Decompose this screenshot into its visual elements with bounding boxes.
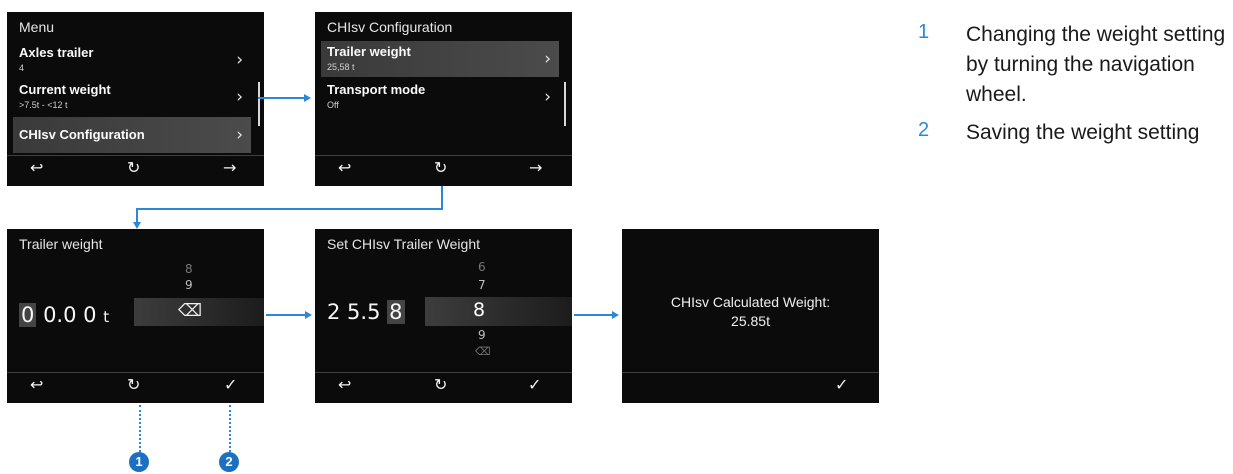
active-digit[interactable]: 8 [387, 300, 405, 324]
callout-badge: 2 [219, 452, 239, 472]
result-text: CHIsv Calculated Weight: 25.85t [622, 293, 879, 331]
calculated-weight-screen: CHIsv Calculated Weight: 25.85t ✓ [622, 229, 879, 403]
weight-digits[interactable]: 2 5.5 8 [327, 300, 405, 324]
delete-icon[interactable]: ⌫ [178, 301, 202, 321]
wheel-value: 7 [478, 278, 486, 292]
legend-item: 1 Changing the weight setting by turning… [918, 20, 1228, 110]
menu-item-label: Current weight [19, 82, 111, 97]
wheel-selection[interactable]: ⌫ [134, 298, 264, 326]
confirm-icon[interactable]: ✓ [528, 375, 541, 394]
menu-item-chisv-configuration[interactable]: CHIsv Configuration › [13, 117, 251, 153]
menu-item-label: Axles trailer [19, 45, 94, 60]
rotate-icon[interactable]: ↻ [434, 158, 447, 177]
menu-item-label: Trailer weight [327, 44, 411, 59]
remaining-digits: 0.0 0 [43, 303, 97, 327]
scrollbar[interactable] [564, 82, 566, 126]
chevron-right-icon: › [236, 125, 243, 145]
divider [7, 155, 264, 156]
back-icon[interactable]: ↩ [338, 375, 351, 394]
back-icon[interactable]: ↩ [30, 158, 43, 177]
chevron-right-icon: › [544, 49, 551, 69]
callout-line [229, 405, 231, 452]
scrollbar[interactable] [258, 82, 260, 126]
legend: 1 Changing the weight setting by turning… [918, 20, 1228, 156]
callout-line [139, 405, 141, 452]
forward-icon[interactable]: → [529, 158, 542, 177]
menu-item-current-weight[interactable]: Current weight >7.5t - <12 t › [13, 79, 251, 115]
result-label: CHIsv Calculated Weight: [670, 294, 831, 310]
chevron-right-icon: › [544, 87, 551, 107]
menu-item-value: 4 [19, 63, 25, 73]
unit-label: t [103, 308, 110, 326]
active-digit[interactable]: 0 [19, 303, 37, 327]
confirm-icon[interactable]: ✓ [224, 375, 237, 394]
connector-arrow [574, 314, 613, 316]
chisv-configuration-screen: CHIsv Configuration Trailer weight 25,58… [315, 12, 572, 186]
forward-icon[interactable]: → [223, 158, 236, 177]
screen-title: Trailer weight [19, 236, 103, 252]
divider [622, 372, 879, 373]
menu-item-label: Transport mode [327, 82, 426, 97]
menu-item-transport-mode[interactable]: Transport mode Off › [321, 79, 559, 115]
back-icon[interactable]: ↩ [30, 375, 43, 394]
menu-item-value: 25,58 t [327, 62, 355, 72]
back-icon[interactable]: ↩ [338, 158, 351, 177]
wheel-value: 6 [478, 260, 486, 274]
chevron-right-icon: › [236, 50, 243, 70]
arrow-head [305, 311, 312, 319]
rotate-icon[interactable]: ↻ [127, 158, 140, 177]
divider [315, 155, 572, 156]
screen-title: Set CHIsv Trailer Weight [327, 236, 481, 252]
weight-digits[interactable]: 0 0.0 0 t [19, 303, 109, 327]
arrow-head [612, 311, 619, 319]
connector-arrow [266, 314, 306, 316]
legend-number: 1 [918, 21, 930, 43]
menu-item-label: CHIsv Configuration [19, 127, 145, 142]
wheel-value: 9 [478, 328, 486, 342]
wheel-selection[interactable]: 8 [425, 297, 572, 326]
connector-line [136, 208, 443, 210]
menu-screen: Menu Axles trailer 4 › Current weight >7… [7, 12, 264, 186]
divider [315, 372, 572, 373]
wheel-value: 8 [185, 262, 193, 276]
result-value: 25.85t [731, 313, 770, 329]
set-trailer-weight-screen: Set CHIsv Trailer Weight 6 7 2 5.5 8 8 9… [315, 229, 572, 403]
delete-icon: ⌫ [475, 345, 491, 358]
legend-item: 2 Saving the weight setting [918, 118, 1228, 148]
connector-arrow [258, 97, 306, 99]
rotate-icon[interactable]: ↻ [127, 375, 140, 394]
menu-item-axles-trailer[interactable]: Axles trailer 4 › [13, 42, 251, 78]
entered-digits: 2 5.5 [327, 300, 381, 324]
wheel-value: 9 [185, 278, 193, 292]
legend-text: Saving the weight setting [966, 121, 1200, 144]
menu-item-value: >7.5t - <12 t [19, 100, 68, 110]
menu-item-trailer-weight[interactable]: Trailer weight 25,58 t › [321, 41, 559, 77]
callout-badge: 1 [129, 452, 149, 472]
arrow-head [304, 94, 311, 102]
connector-line [441, 186, 443, 209]
rotate-icon[interactable]: ↻ [434, 375, 447, 394]
confirm-icon[interactable]: ✓ [835, 375, 848, 394]
screen-title: CHIsv Configuration [327, 19, 453, 35]
chevron-right-icon: › [236, 87, 243, 107]
trailer-weight-screen: Trailer weight 8 9 0 0.0 0 t ⌫ ↩ ↻ ✓ [7, 229, 264, 403]
screen-title: Menu [19, 19, 55, 35]
legend-number: 2 [918, 119, 930, 141]
legend-text: Changing the weight setting by turning t… [966, 23, 1226, 106]
divider [7, 372, 264, 373]
arrow-head [133, 222, 141, 229]
wheel-selected-value: 8 [473, 299, 486, 321]
menu-item-value: Off [327, 100, 339, 110]
connector-line [136, 208, 138, 223]
